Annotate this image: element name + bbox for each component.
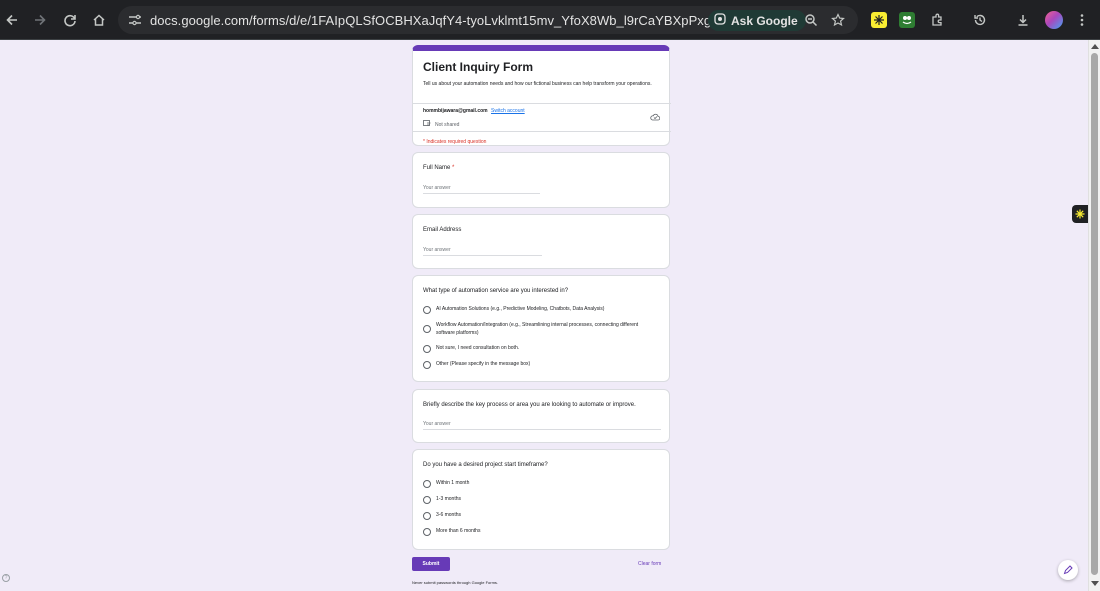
question-card-process: Briefly describe the key process or area… <box>412 389 670 443</box>
home-icon[interactable] <box>87 8 111 32</box>
account-email: hommbijawara@gmail.com <box>423 108 488 114</box>
radio-label: Other (Please specify in the message box… <box>436 361 531 367</box>
form-title: Client Inquiry Form <box>423 60 534 74</box>
download-icon[interactable] <box>1011 8 1035 32</box>
radio-label: More than 6 months <box>436 528 481 534</box>
not-shared-icon <box>423 120 431 129</box>
email-label: Email Address <box>423 227 462 233</box>
radio-label: Workflow Automation/Integration (e.g., S… <box>436 322 639 336</box>
account-info: hommbijawara@gmail.com Switch account <box>423 108 525 114</box>
form-column: Client Inquiry Form Tell us about your a… <box>412 40 671 591</box>
page-scrollbar[interactable] <box>1088 40 1100 591</box>
forward-icon[interactable] <box>28 8 52 32</box>
radio-button[interactable] <box>423 512 431 520</box>
star-icon[interactable] <box>826 8 850 32</box>
radio-option[interactable]: 3-6 months <box>423 512 656 520</box>
reload-icon[interactable] <box>58 8 82 32</box>
radio-label: Not sure, I need consultation on both. <box>436 345 520 351</box>
process-input[interactable]: Your answer <box>423 421 661 430</box>
form-header-card: Client Inquiry Form Tell us about your a… <box>412 45 671 146</box>
cloud-icon <box>650 108 661 126</box>
required-mark: * <box>452 165 455 171</box>
url-text: docs.google.com/forms/d/e/1FAIpQLSfOCBHX… <box>150 12 776 28</box>
profile-avatar[interactable] <box>1045 11 1063 29</box>
radio-label: AI Automation Solutions (e.g., Predictiv… <box>436 306 605 312</box>
lens-icon <box>714 13 726 28</box>
radio-option[interactable]: Other (Please specify in the message box… <box>423 361 656 369</box>
required-note: * Indicates required question <box>423 139 487 145</box>
question-card-full-name: Full Name * Your answer <box>412 152 670 208</box>
radio-button[interactable] <box>423 496 431 504</box>
radio-option[interactable]: Not sure, I need consultation on both. <box>423 345 656 353</box>
radio-button[interactable] <box>423 361 431 369</box>
divider <box>413 131 671 132</box>
radio-button[interactable] <box>423 345 431 353</box>
submit-button[interactable]: Submit <box>412 557 450 571</box>
browser-toolbar: docs.google.com/forms/d/e/1FAIpQLSfOCBHX… <box>0 0 1100 40</box>
question-card-service: What type of automation service are you … <box>412 275 670 382</box>
switch-account-link[interactable]: Switch account <box>491 108 525 114</box>
divider <box>413 103 671 104</box>
side-panel-extension-icon[interactable] <box>1072 205 1088 223</box>
ask-google-label: Ask Google <box>731 13 798 28</box>
scroll-up-arrow-icon[interactable] <box>1091 44 1099 49</box>
extension-sparkle-icon[interactable] <box>871 12 887 28</box>
timeframe-label: Do you have a desired project start time… <box>423 462 548 468</box>
site-info-icon[interactable] <box>120 14 150 26</box>
email-input[interactable]: Your answer <box>423 247 542 256</box>
extensions-icon[interactable] <box>925 8 949 32</box>
not-shared-label: Not shared <box>435 121 460 128</box>
radio-label: Within 1 month <box>436 480 470 486</box>
radio-option[interactable]: More than 6 months <box>423 528 656 536</box>
clear-form-button[interactable]: Clear form <box>638 561 661 567</box>
full-name-label: Full Name <box>423 165 451 171</box>
password-note: Never submit passwords through Google Fo… <box>412 580 499 585</box>
radio-button[interactable] <box>423 325 431 333</box>
ask-google-button[interactable]: Ask Google <box>708 10 806 31</box>
question-card-email: Email Address Your answer <box>412 214 670 269</box>
radio-option[interactable]: 1-3 months <box>423 496 656 504</box>
radio-option[interactable]: Workflow Automation/Integration (e.g., S… <box>423 322 656 337</box>
not-shared-status: Not shared <box>423 120 459 129</box>
full-name-input[interactable]: Your answer <box>423 185 540 194</box>
help-icon[interactable]: ? <box>2 574 10 582</box>
question-label: Full Name * <box>423 165 454 171</box>
back-icon[interactable] <box>0 8 24 32</box>
radio-option[interactable]: Within 1 month <box>423 480 656 488</box>
form-description: Tell us about your automation needs and … <box>423 81 652 87</box>
radio-option[interactable]: AI Automation Solutions (e.g., Predictiv… <box>423 306 656 314</box>
scroll-down-arrow-icon[interactable] <box>1091 581 1099 586</box>
radio-button[interactable] <box>423 528 431 536</box>
radio-label: 3-6 months <box>436 512 462 518</box>
menu-icon[interactable] <box>1070 8 1094 32</box>
form-page: Client Inquiry Form Tell us about your a… <box>0 40 1088 591</box>
edit-icon[interactable] <box>1058 560 1078 580</box>
zoom-icon[interactable] <box>799 8 823 32</box>
scroll-thumb[interactable] <box>1091 53 1098 575</box>
radio-button[interactable] <box>423 306 431 314</box>
radio-button[interactable] <box>423 480 431 488</box>
extension-frog-icon[interactable] <box>899 12 915 28</box>
service-label: What type of automation service are you … <box>423 288 569 294</box>
history-icon[interactable] <box>968 8 992 32</box>
process-label: Briefly describe the key process or area… <box>423 402 636 408</box>
radio-label: 1-3 months <box>436 496 462 502</box>
question-card-timeframe: Do you have a desired project start time… <box>412 449 670 550</box>
